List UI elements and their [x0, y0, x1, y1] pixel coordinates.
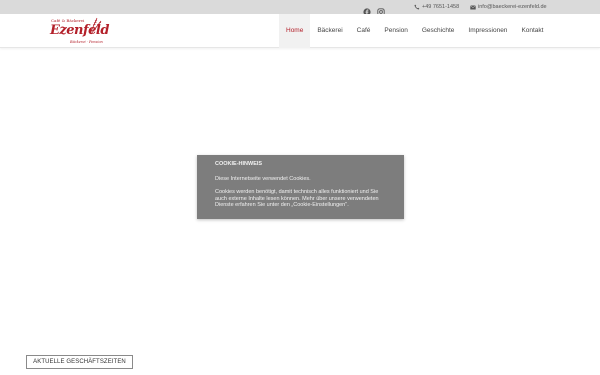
nav-geschichte[interactable]: Geschichte	[415, 14, 462, 48]
nav-baeckerei[interactable]: Bäckerei	[310, 14, 349, 48]
top-bar: +49 7651-1458 info@baeckerei-ezenfeld.de	[0, 0, 600, 16]
cookie-notice-dialog: COOKIE-HINWEIS Diese Internetseite verwe…	[197, 155, 404, 219]
phone-contact[interactable]: +49 7651-1458	[414, 3, 459, 11]
logo-tagline: Bäckerei · Pension	[70, 40, 103, 44]
main-navigation: Home Bäckerei Café Pension Geschichte Im…	[279, 14, 550, 48]
facebook-icon[interactable]	[363, 3, 371, 16]
cookie-notice-body: Cookies werden benötigt, damit technisch…	[215, 189, 379, 208]
email-contact[interactable]: info@baeckerei-ezenfeld.de	[470, 3, 547, 11]
nav-impressionen[interactable]: Impressionen	[461, 14, 514, 48]
nav-home[interactable]: Home	[279, 14, 311, 48]
opening-hours-button[interactable]: AKTUELLE GESCHÄFTSZEITEN	[26, 355, 133, 369]
cookie-notice-intro: Diese Internetseite verwendet Cookies.	[215, 175, 311, 182]
logo-name: Ezenfeld	[50, 23, 109, 38]
ezenfeld-logo[interactable]: Café & Bäckerei Ezenfeld Bäckerei · Pens…	[50, 17, 109, 47]
email-address[interactable]: info@baeckerei-ezenfeld.de	[478, 3, 547, 11]
nav-kontakt[interactable]: Kontakt	[514, 14, 550, 48]
phone-number[interactable]: +49 7651-1458	[422, 3, 459, 11]
cookie-notice-title: COOKIE-HINWEIS	[215, 161, 263, 167]
mail-icon	[470, 4, 476, 9]
nav-cafe[interactable]: Café	[350, 14, 378, 48]
nav-pension[interactable]: Pension	[377, 14, 415, 48]
main-header: Café & Bäckerei Ezenfeld Bäckerei · Pens…	[0, 14, 600, 48]
phone-icon	[414, 4, 420, 10]
instagram-icon[interactable]	[377, 3, 385, 16]
